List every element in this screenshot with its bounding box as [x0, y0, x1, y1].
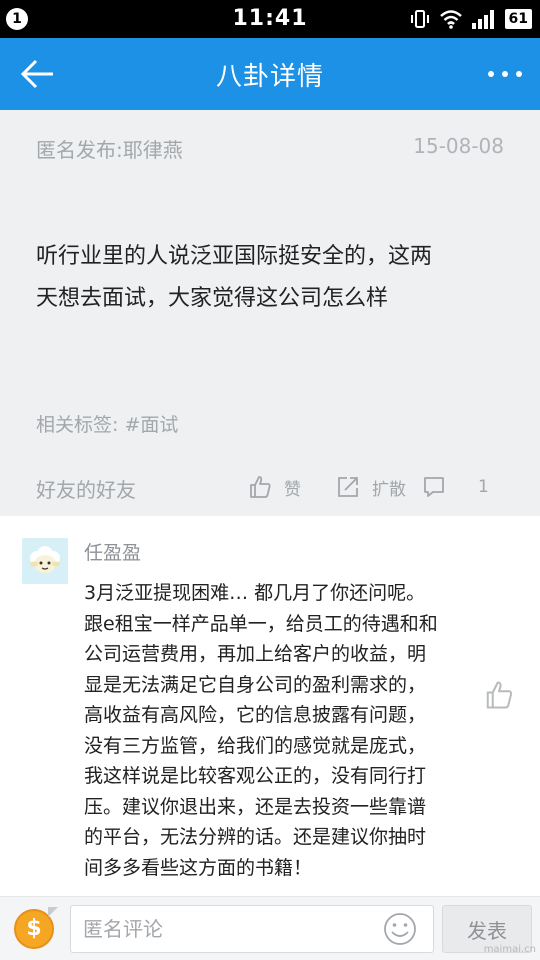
comment-line: 高收益有高风险，它的信息披露有问题， [84, 704, 427, 726]
like-button[interactable]: 赞 [248, 472, 301, 502]
corner-indicator [48, 907, 58, 917]
comment-input[interactable] [70, 905, 434, 953]
avatar[interactable] [22, 538, 68, 584]
battery-icon: 61 [504, 9, 532, 29]
comment-line: 显是无法满足它自身公司的盈利需求的， [84, 673, 427, 696]
comment-line: 没有三方监管，给我们的感觉就是庞式， [84, 734, 427, 757]
post-body-line: 听行业里的人说泛亚国际挺安全的，这两 [36, 244, 433, 269]
comment-line: 压。建议你退出来，还是去投资一些靠谱 [84, 795, 427, 818]
comment-like-button[interactable] [484, 680, 514, 710]
smiley-face-icon [384, 913, 416, 945]
comment-line: 3月泛亚提现困难… 都几月了你还问呢。 [84, 582, 426, 604]
comment-line: 间多多看些这方面的书籍！ [84, 856, 313, 879]
wifi-icon [439, 10, 462, 29]
comment-line: 公司运营费用，再加上给客户的收益，明 [84, 643, 427, 665]
post-body-line: 天想去面试，大家觉得这公司怎么样 [36, 286, 389, 311]
comment-text: 3月泛亚提现困难… 都几月了你还问呢。 跟e租宝一样产品单一，给员工的待遇和和 … [84, 578, 474, 883]
comment-line: 跟e租宝一样产品单一，给员工的待遇和和 [84, 612, 438, 635]
emoji-button[interactable] [382, 911, 418, 947]
more-dots-icon [488, 71, 494, 77]
post-tags: 相关标签: #面试 [36, 410, 178, 437]
sheep-avatar-icon [22, 538, 68, 584]
relation-label: 好友的好友 [36, 478, 136, 502]
share-button[interactable]: 扩散 [336, 472, 406, 502]
comment-input-bar: $ 发表 [0, 896, 540, 960]
thumbs-up-icon [486, 681, 512, 709]
more-button[interactable] [488, 62, 522, 86]
comment-line: 的平台，无法分辨的话。还是建议你抽时 [84, 826, 427, 848]
share-label: 扩散 [372, 479, 406, 500]
status-bar: 1 11:41 61 [0, 0, 540, 38]
vibrate-icon [410, 10, 429, 28]
watermark: maimai.cn [483, 944, 536, 955]
status-icons: 61 [409, 8, 532, 30]
thumbs-up-icon [250, 476, 271, 498]
comment-line: 我这样说是比较客观公正的，没有同行打 [84, 765, 427, 787]
app-header: 八卦详情 [0, 38, 540, 110]
signal-icon [471, 10, 494, 29]
page-title: 八卦详情 [215, 62, 324, 92]
gossip-post: 匿名发布:耶律燕 15-08-08 听行业里的人说泛亚国际挺安全的，这两 天想去… [0, 110, 540, 516]
comment-button[interactable]: 1 [422, 472, 489, 502]
share-icon [338, 477, 358, 497]
comment-bubble-icon [424, 477, 444, 497]
comment-list: 任盈盈 3月泛亚提现困难… 都几月了你还问呢。 跟e租宝一样产品单一，给员工的待… [0, 516, 540, 896]
comment-count: 1 [478, 477, 489, 497]
post-body: 听行业里的人说泛亚国际挺安全的，这两 天想去面试，大家觉得这公司怎么样 [36, 236, 506, 320]
post-date: 15-08-08 [413, 134, 504, 158]
post-author: 匿名发布:耶律燕 [36, 138, 183, 162]
post-footer: 好友的好友 赞 扩散 1 [36, 472, 506, 502]
tag-link[interactable]: #面试 [124, 414, 178, 436]
like-label: 赞 [284, 479, 301, 500]
tags-label: 相关标签: [36, 414, 125, 436]
commenter-name[interactable]: 任盈盈 [84, 538, 141, 565]
